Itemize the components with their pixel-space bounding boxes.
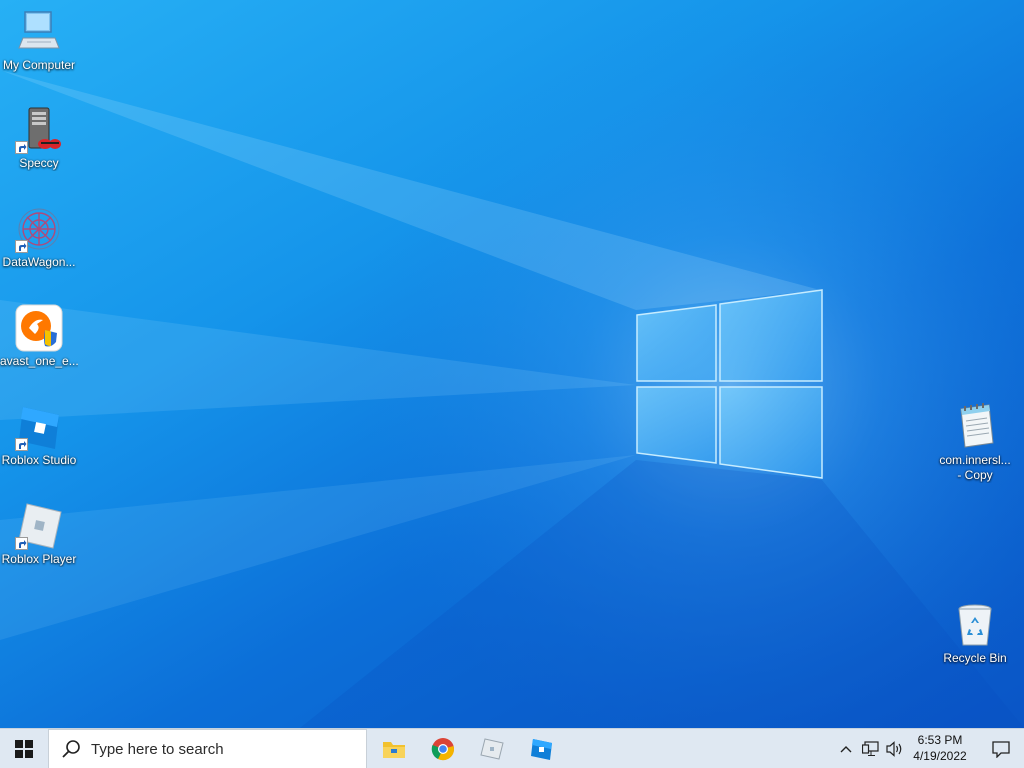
tray-volume[interactable] <box>884 729 906 768</box>
desktop-icon-com-innersl-copy[interactable]: com.innersl... - Copy <box>935 403 1015 483</box>
taskbar-app-roblox-player[interactable] <box>468 729 516 768</box>
roblox-player-icon <box>15 502 63 550</box>
clock-time: 6:53 PM <box>917 733 963 747</box>
taskbar-app-chrome[interactable] <box>419 729 467 768</box>
roblox-studio-icon <box>15 403 63 451</box>
desktop-icon-label: Recycle Bin <box>943 651 1007 665</box>
shortcut-arrow-icon <box>15 438 28 451</box>
volume-icon <box>886 741 902 757</box>
roblox-player-icon <box>480 738 504 760</box>
windows-wallpaper <box>0 0 1024 728</box>
shortcut-arrow-icon <box>15 537 28 550</box>
network-icon <box>862 741 879 756</box>
desktop-icon-label: DataWagon... <box>2 255 76 269</box>
recycle-bin-icon <box>951 601 999 649</box>
shortcut-arrow-icon <box>15 240 28 253</box>
taskbar: 6:53 PM 4/19/2022 <box>0 728 1024 768</box>
chrome-icon <box>431 738 454 761</box>
monitor-icon <box>15 8 63 56</box>
desktop-icon-recycle-bin[interactable]: Recycle Bin <box>935 601 1015 666</box>
tray-overflow-button[interactable] <box>835 729 857 768</box>
desktop-icon-label: com.innersl... - Copy <box>939 453 1011 482</box>
shortcut-arrow-icon <box>15 141 28 154</box>
desktop-icon-roblox-player[interactable]: Roblox Player <box>0 502 78 567</box>
taskbar-app-file-explorer[interactable] <box>370 729 418 768</box>
desktop-icon-label: My Computer <box>2 58 76 72</box>
search-input[interactable] <box>89 739 353 759</box>
desktop-icon-label: Roblox Player <box>1 552 77 566</box>
desktop-icon-label: Roblox Studio <box>1 453 77 467</box>
desktop-icon-label: Speccy <box>19 156 59 170</box>
windows-logo-icon <box>15 740 33 758</box>
notepad-file-icon <box>951 403 999 451</box>
datawagon-icon <box>15 205 63 253</box>
roblox-studio-icon <box>531 739 552 760</box>
desktop-icon-label: avast_one_e... <box>0 354 78 368</box>
search-icon <box>62 740 80 758</box>
file-explorer-icon <box>383 742 405 758</box>
desktop[interactable]: My Computer Speccy DataWagon... avast_on… <box>0 0 1024 728</box>
desktop-icon-roblox-studio[interactable]: Roblox Studio <box>0 403 78 468</box>
speccy-icon <box>15 106 63 154</box>
notification-icon <box>992 740 1010 758</box>
clock-date: 4/19/2022 <box>913 749 967 763</box>
chevron-up-icon <box>840 746 852 753</box>
desktop-icon-datawagon[interactable]: DataWagon... <box>0 205 78 270</box>
desktop-icon-speccy[interactable]: Speccy <box>0 106 78 171</box>
desktop-icon-avast[interactable]: avast_one_e... <box>0 304 78 369</box>
desktop-icon-my-computer[interactable]: My Computer <box>0 8 78 73</box>
taskbar-clock[interactable]: 6:53 PM 4/19/2022 <box>905 729 975 768</box>
action-center-button[interactable] <box>978 729 1024 768</box>
avast-icon <box>15 304 63 352</box>
start-button[interactable] <box>0 729 48 768</box>
taskbar-search-box[interactable] <box>48 729 367 768</box>
taskbar-app-roblox-studio[interactable] <box>517 729 565 768</box>
tray-network[interactable] <box>860 729 882 768</box>
